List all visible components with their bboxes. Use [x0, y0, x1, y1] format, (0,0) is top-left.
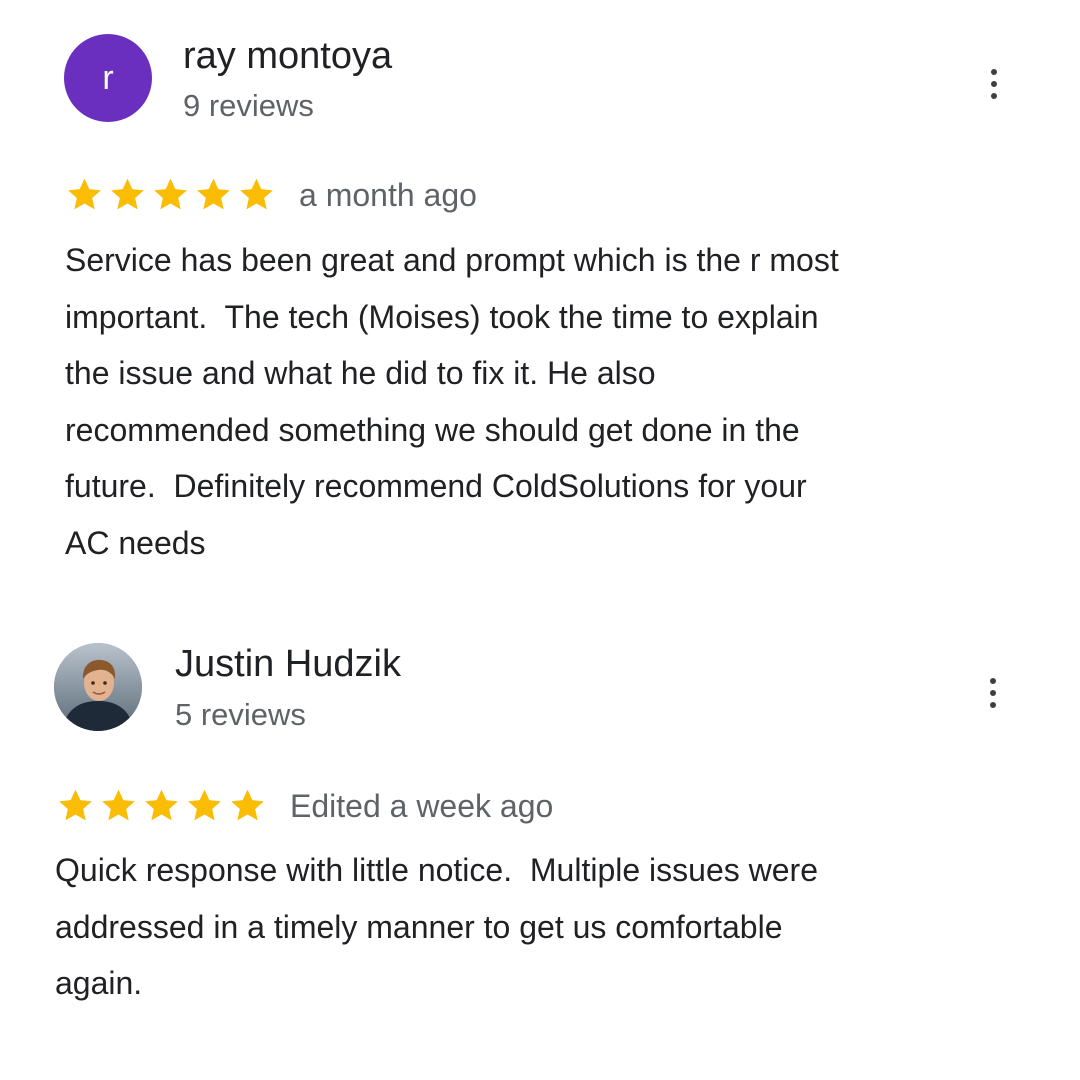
star-icon: [111, 178, 144, 210]
review-text-line: AC needs: [65, 524, 206, 561]
review-text-line: important. The tech (Moises) took the ti…: [65, 298, 819, 335]
author-name[interactable]: Justin Hudzik: [175, 641, 401, 687]
star-icon: [154, 178, 187, 210]
star-rating: [55, 786, 268, 826]
review-text: Service has been great and prompt which …: [65, 232, 839, 571]
review-card: Justin Hudzik 5 reviews Edited a week ag…: [0, 610, 1080, 1080]
rating-row: a month ago: [64, 172, 477, 218]
star-rating: [64, 175, 277, 215]
more-vert-icon: [991, 69, 997, 75]
review-date: a month ago: [299, 177, 477, 213]
review-text-line: Quick response with little notice. Multi…: [55, 852, 818, 888]
more-options-button[interactable]: [974, 58, 1014, 110]
star-icon: [102, 789, 135, 821]
star-icon: [68, 178, 101, 210]
star-icon: [231, 789, 264, 821]
author-name[interactable]: ray montoya: [183, 33, 392, 79]
more-options-button[interactable]: [973, 667, 1013, 719]
review-text-line: future. Definitely recommend ColdSolutio…: [65, 468, 807, 504]
review-count[interactable]: 5 reviews: [175, 696, 306, 734]
avatar[interactable]: r: [64, 34, 152, 122]
star-icon: [59, 789, 92, 821]
profile-photo-icon: [54, 643, 142, 731]
avatar[interactable]: [54, 643, 142, 731]
review-text: Quick response with little notice. Multi…: [55, 842, 818, 1012]
review-count[interactable]: 9 reviews: [183, 87, 314, 125]
avatar-letter: r: [102, 59, 114, 97]
review-text-line: Service has been great and prompt which …: [65, 242, 839, 278]
review-text-line: recommended something we should get done…: [65, 411, 800, 448]
star-icon: [145, 789, 178, 821]
star-icon: [188, 789, 221, 821]
review-text-line: the issue and what he did to fix it. He …: [65, 355, 656, 391]
rating-row: Edited a week ago: [55, 783, 553, 829]
review-text-line: addressed in a timely manner to get us c…: [55, 908, 783, 945]
more-vert-icon: [990, 678, 996, 684]
review-date: Edited a week ago: [290, 788, 554, 824]
review-text-line: again.: [55, 965, 143, 1001]
star-icon: [197, 178, 230, 210]
review-card: r ray montoya 9 reviews a month ago Serv…: [0, 0, 1080, 610]
star-icon: [240, 178, 273, 210]
